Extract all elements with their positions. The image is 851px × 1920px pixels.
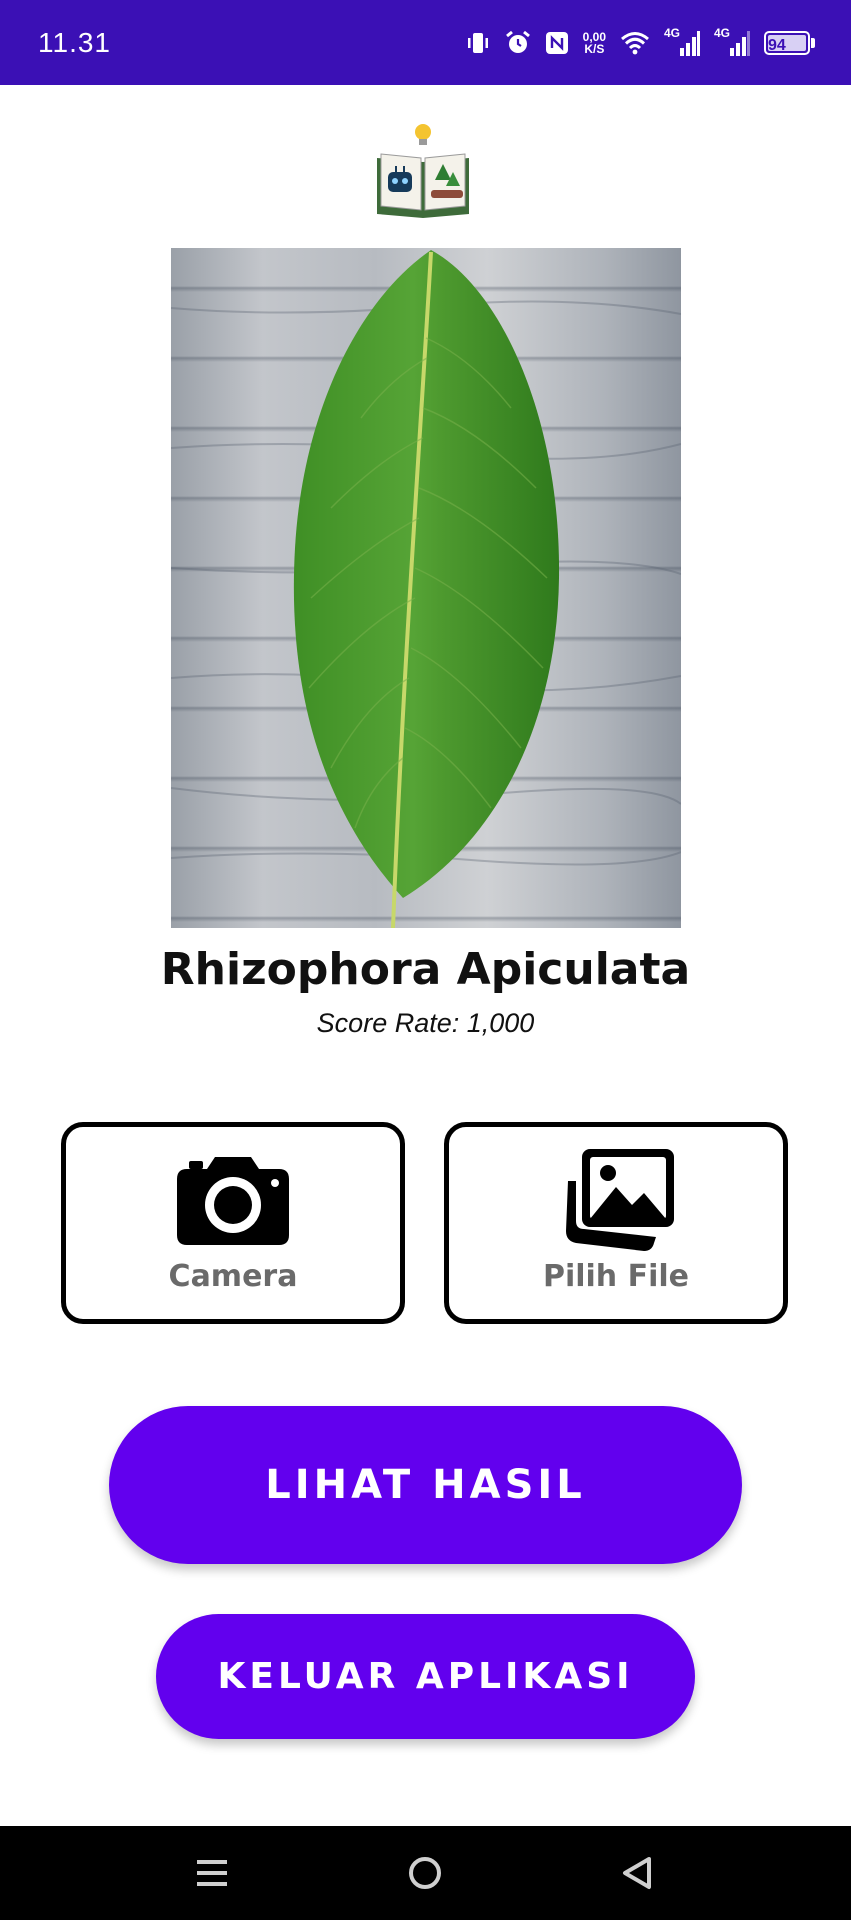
leaf-photo <box>171 248 681 928</box>
camera-label: Camera <box>168 1259 298 1294</box>
camera-icon <box>175 1149 291 1249</box>
navigation-bar <box>0 1826 851 1920</box>
app-logo-icon <box>373 118 473 218</box>
net-speed: 0,00 K/S <box>583 31 606 55</box>
status-time: 11.31 <box>38 26 111 58</box>
pick-file-button[interactable]: Pilih File <box>444 1122 788 1324</box>
score-rate: Score Rate: 1,000 <box>316 1008 535 1038</box>
exit-app-button[interactable]: KELUAR APLIKASI <box>156 1614 695 1739</box>
wifi-icon <box>620 31 650 55</box>
back-icon[interactable] <box>577 1826 697 1920</box>
view-result-button[interactable]: LIHAT HASIL <box>109 1406 742 1564</box>
nfc-icon <box>545 31 569 55</box>
status-icons: 0,00 K/S 4G 4G 94 <box>465 25 815 58</box>
menu-icon[interactable] <box>152 1826 272 1920</box>
battery-level: 94 <box>768 36 786 54</box>
alarm-icon <box>505 30 531 56</box>
status-bar: 11.31 0,00 K/S 4G 4G 94 <box>0 0 851 85</box>
signal-icon-2: 4G <box>714 25 750 58</box>
gallery-icon <box>556 1149 676 1251</box>
signal1-label: 4G <box>664 25 681 40</box>
signal-icon: 4G <box>664 25 700 58</box>
pick-file-label: Pilih File <box>542 1259 690 1294</box>
net-speed-unit: K/S <box>584 41 605 56</box>
vibrate-icon <box>465 30 491 56</box>
plant-name: Rhizophora Apiculata <box>160 944 691 995</box>
signal2-label: 4G <box>714 25 731 40</box>
battery-icon: 94 <box>764 30 815 55</box>
camera-button[interactable]: Camera <box>61 1122 405 1324</box>
home-icon[interactable] <box>365 1826 485 1920</box>
